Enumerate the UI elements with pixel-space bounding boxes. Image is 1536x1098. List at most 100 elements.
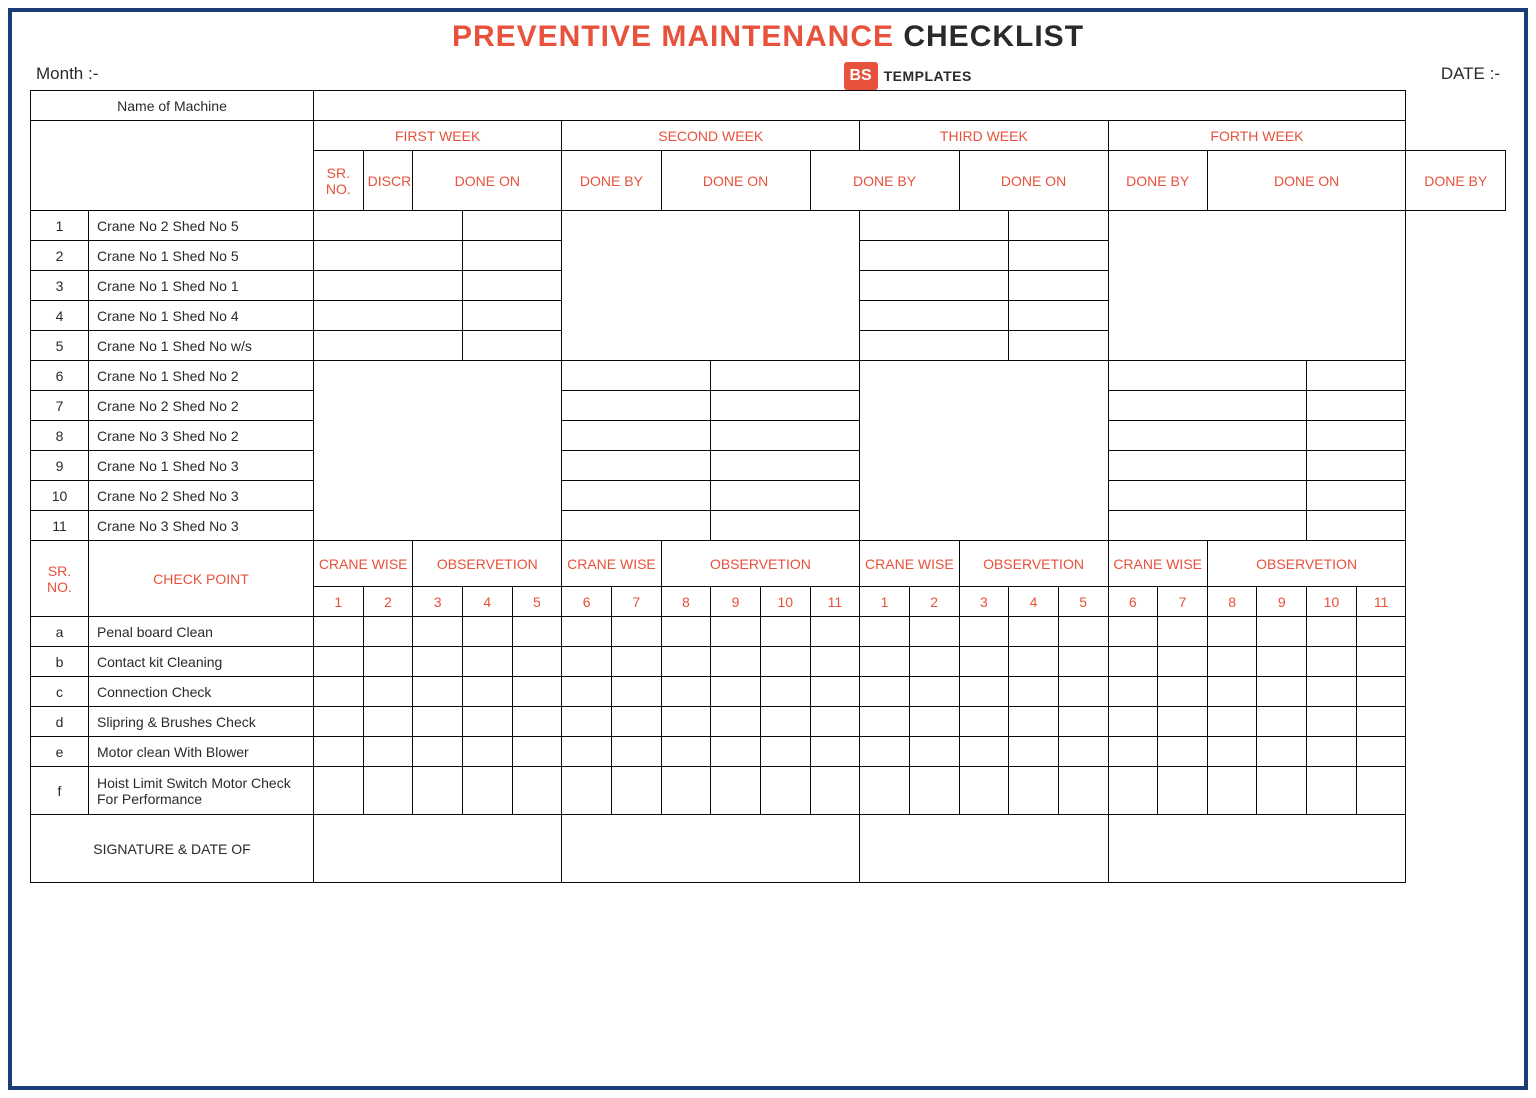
cell[interactable] xyxy=(413,707,463,737)
cell[interactable] xyxy=(1108,481,1307,511)
cell[interactable] xyxy=(1307,737,1357,767)
cell[interactable] xyxy=(1158,767,1208,815)
cell[interactable] xyxy=(562,767,612,815)
cell[interactable] xyxy=(1207,677,1257,707)
cell[interactable] xyxy=(462,767,512,815)
cell[interactable] xyxy=(363,677,413,707)
merged-w3[interactable] xyxy=(860,361,1108,541)
cell[interactable] xyxy=(462,301,561,331)
cell[interactable] xyxy=(1108,421,1307,451)
cell[interactable] xyxy=(314,707,364,737)
cell[interactable] xyxy=(711,481,860,511)
merged-w2[interactable] xyxy=(562,211,860,361)
cell[interactable] xyxy=(562,677,612,707)
cell[interactable] xyxy=(1058,647,1108,677)
machine-name-cell[interactable] xyxy=(314,91,1406,121)
cell[interactable] xyxy=(959,647,1009,677)
merged-w4[interactable] xyxy=(1108,211,1406,361)
cell[interactable] xyxy=(1257,767,1307,815)
cell[interactable] xyxy=(512,737,562,767)
cell[interactable] xyxy=(562,391,711,421)
cell[interactable] xyxy=(760,737,810,767)
cell[interactable] xyxy=(1307,421,1406,451)
cell[interactable] xyxy=(413,617,463,647)
cell[interactable] xyxy=(661,617,711,647)
cell[interactable] xyxy=(711,511,860,541)
cell[interactable] xyxy=(562,361,711,391)
cell[interactable] xyxy=(1058,707,1108,737)
cell[interactable] xyxy=(1108,391,1307,421)
cell[interactable] xyxy=(314,331,463,361)
cell[interactable] xyxy=(661,647,711,677)
signature-cell-w2[interactable] xyxy=(562,815,860,883)
cell[interactable] xyxy=(1108,767,1158,815)
merged-w1[interactable] xyxy=(314,361,562,541)
cell[interactable] xyxy=(1307,391,1406,421)
cell[interactable] xyxy=(1356,707,1406,737)
cell[interactable] xyxy=(860,211,1009,241)
cell[interactable] xyxy=(562,451,711,481)
cell[interactable] xyxy=(314,737,364,767)
cell[interactable] xyxy=(314,241,463,271)
cell[interactable] xyxy=(1009,301,1108,331)
signature-cell-w3[interactable] xyxy=(860,815,1108,883)
cell[interactable] xyxy=(711,421,860,451)
cell[interactable] xyxy=(363,767,413,815)
cell[interactable] xyxy=(462,677,512,707)
cell[interactable] xyxy=(860,737,910,767)
cell[interactable] xyxy=(810,647,860,677)
cell[interactable] xyxy=(1257,707,1307,737)
cell[interactable] xyxy=(314,211,463,241)
cell[interactable] xyxy=(611,767,661,815)
cell[interactable] xyxy=(959,617,1009,647)
cell[interactable] xyxy=(1009,767,1059,815)
cell[interactable] xyxy=(860,617,910,647)
cell[interactable] xyxy=(512,767,562,815)
cell[interactable] xyxy=(1307,647,1357,677)
cell[interactable] xyxy=(1108,511,1307,541)
cell[interactable] xyxy=(1009,617,1059,647)
cell[interactable] xyxy=(462,241,561,271)
cell[interactable] xyxy=(860,707,910,737)
cell[interactable] xyxy=(1108,361,1307,391)
cell[interactable] xyxy=(711,767,761,815)
cell[interactable] xyxy=(1058,767,1108,815)
cell[interactable] xyxy=(760,767,810,815)
cell[interactable] xyxy=(760,677,810,707)
cell[interactable] xyxy=(1257,737,1307,767)
cell[interactable] xyxy=(562,737,612,767)
cell[interactable] xyxy=(314,647,364,677)
cell[interactable] xyxy=(314,617,364,647)
cell[interactable] xyxy=(314,677,364,707)
cell[interactable] xyxy=(1158,617,1208,647)
cell[interactable] xyxy=(909,767,959,815)
cell[interactable] xyxy=(314,301,463,331)
cell[interactable] xyxy=(760,647,810,677)
cell[interactable] xyxy=(1356,767,1406,815)
cell[interactable] xyxy=(1108,737,1158,767)
cell[interactable] xyxy=(711,617,761,647)
cell[interactable] xyxy=(711,677,761,707)
cell[interactable] xyxy=(1307,767,1357,815)
cell[interactable] xyxy=(860,767,910,815)
cell[interactable] xyxy=(1257,677,1307,707)
cell[interactable] xyxy=(959,707,1009,737)
cell[interactable] xyxy=(959,677,1009,707)
cell[interactable] xyxy=(363,617,413,647)
cell[interactable] xyxy=(1108,617,1158,647)
cell[interactable] xyxy=(512,677,562,707)
cell[interactable] xyxy=(860,331,1009,361)
cell[interactable] xyxy=(1307,677,1357,707)
cell[interactable] xyxy=(661,677,711,707)
cell[interactable] xyxy=(810,707,860,737)
cell[interactable] xyxy=(1257,617,1307,647)
cell[interactable] xyxy=(462,707,512,737)
cell[interactable] xyxy=(1108,707,1158,737)
cell[interactable] xyxy=(860,301,1009,331)
cell[interactable] xyxy=(1158,707,1208,737)
cell[interactable] xyxy=(363,647,413,677)
cell[interactable] xyxy=(363,737,413,767)
cell[interactable] xyxy=(1058,737,1108,767)
cell[interactable] xyxy=(810,767,860,815)
cell[interactable] xyxy=(959,737,1009,767)
